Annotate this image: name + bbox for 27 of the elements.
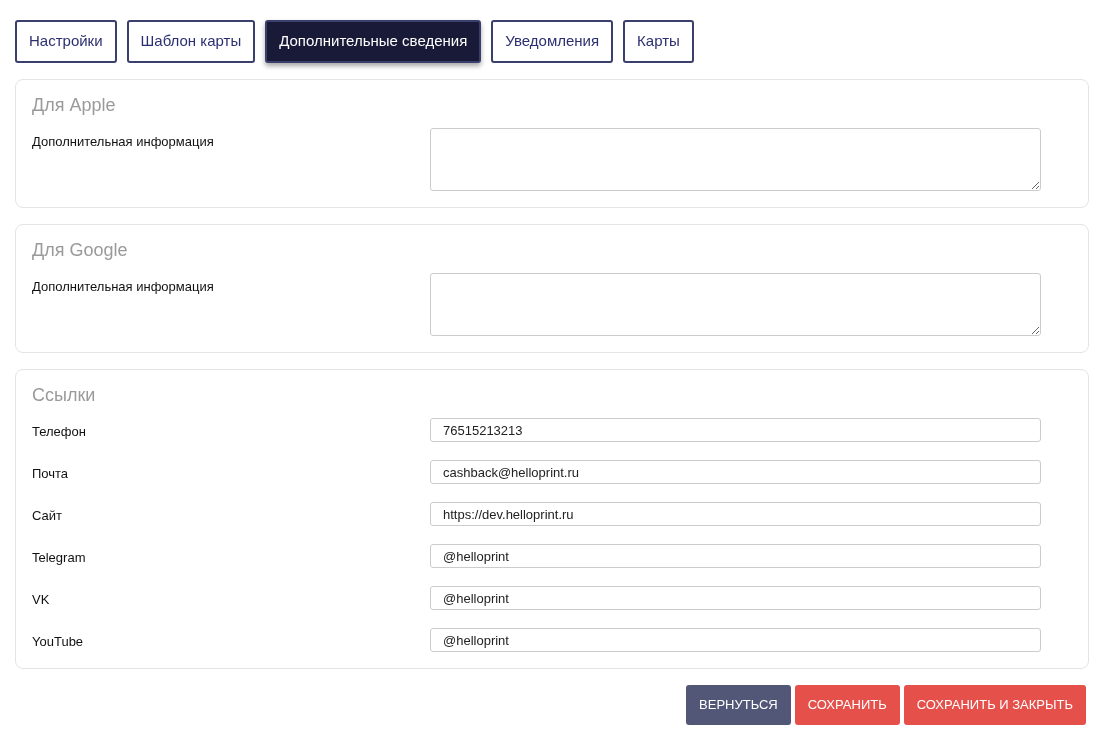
section-title: Для Apple bbox=[32, 94, 117, 116]
text-area[interactable] bbox=[430, 273, 1041, 336]
field-label: Дополнительная информация bbox=[32, 133, 215, 151]
field-label: Сайт bbox=[32, 507, 63, 525]
section-title: Для Google bbox=[32, 239, 129, 261]
input-field[interactable]: 76515213213 bbox=[430, 418, 1041, 442]
text-area[interactable] bbox=[430, 128, 1041, 191]
field-label: Почта bbox=[32, 465, 70, 483]
back-button[interactable]: ВЕРНУТЬСЯ bbox=[686, 685, 791, 725]
field-label: Дополнительная информация bbox=[32, 278, 215, 296]
tab[interactable]: Настройки bbox=[15, 20, 117, 63]
save-button[interactable]: СОХРАНИТЬ И ЗАКРЫТЬ bbox=[903, 685, 1086, 725]
field-label: Телефон bbox=[32, 423, 87, 441]
input-field[interactable]: cashback@helloprint.ru bbox=[430, 460, 1041, 484]
field-label: VK bbox=[32, 591, 51, 609]
tab[interactable]: Уведомления bbox=[491, 20, 614, 63]
section-title: Ссылки bbox=[32, 384, 97, 406]
tab[interactable]: Карты bbox=[623, 20, 694, 63]
input-field[interactable]: https://dev.helloprint.ru bbox=[430, 502, 1041, 526]
input-field[interactable]: @helloprint bbox=[430, 544, 1041, 568]
field-label: Telegram bbox=[32, 549, 87, 567]
save-button[interactable]: СОХРАНИТЬ bbox=[794, 685, 900, 725]
field-label: YouTube bbox=[32, 633, 85, 651]
tab[interactable]: Дополнительные сведения bbox=[265, 20, 482, 63]
input-field[interactable]: @helloprint bbox=[430, 628, 1041, 652]
input-field[interactable]: @helloprint bbox=[430, 586, 1041, 610]
tab[interactable]: Шаблон карты bbox=[126, 20, 256, 63]
